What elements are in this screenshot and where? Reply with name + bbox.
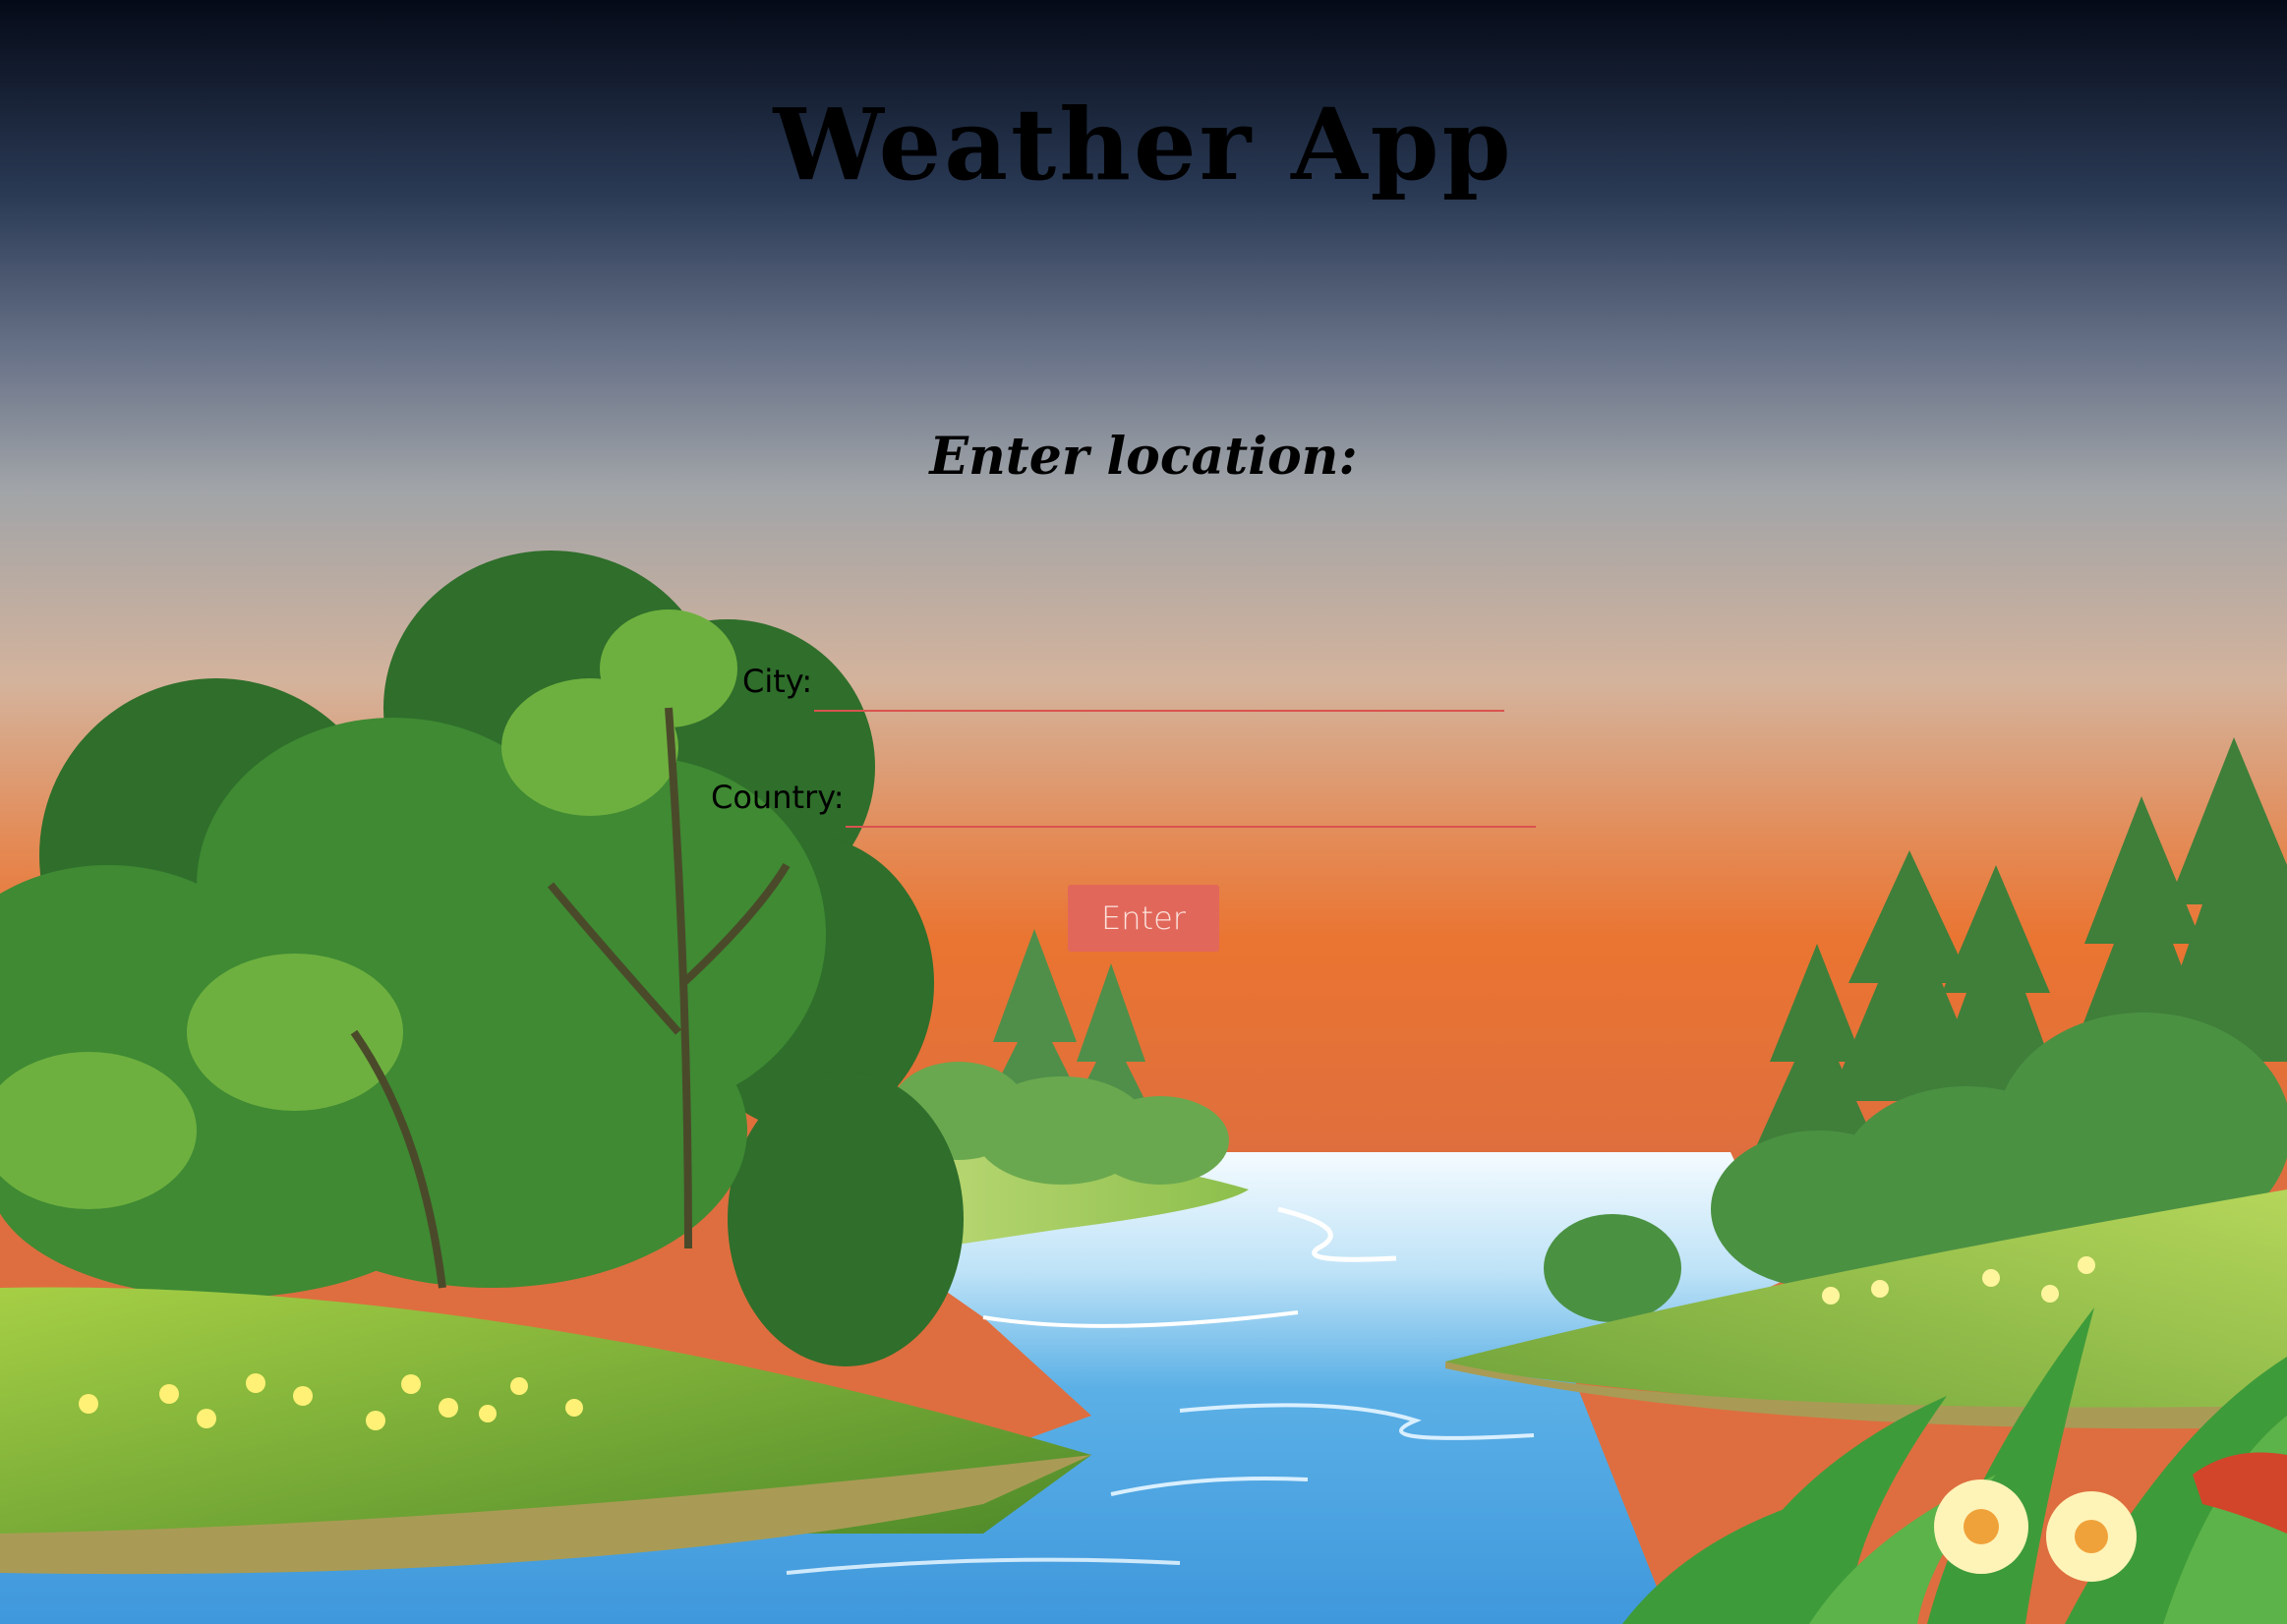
country-input[interactable] xyxy=(846,786,1536,828)
enter-button[interactable]: Enter xyxy=(1068,885,1219,952)
location-heading: Enter location: xyxy=(929,427,1358,487)
city-label: City: xyxy=(742,663,813,700)
country-label: Country: xyxy=(711,779,845,816)
page-title: Weather App xyxy=(773,87,1514,203)
city-input[interactable] xyxy=(814,670,1504,712)
